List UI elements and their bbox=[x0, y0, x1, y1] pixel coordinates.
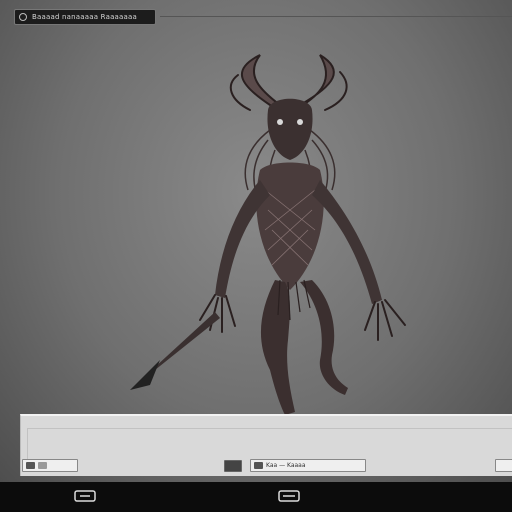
left-leg bbox=[260, 280, 295, 415]
window-title-text: Baaaad nanaaaaa Raaaaaaa bbox=[32, 13, 138, 21]
navigation-bar bbox=[0, 482, 512, 512]
app-icon-secondary bbox=[38, 462, 47, 469]
center-taskbar-button[interactable]: Kaa — Kaaaa bbox=[250, 459, 366, 472]
recent-apps-icon[interactable] bbox=[74, 490, 96, 502]
top-divider bbox=[160, 16, 512, 17]
creature-illustration bbox=[130, 54, 406, 415]
center-taskbar-label: Kaa — Kaaaa bbox=[266, 462, 306, 469]
torso bbox=[256, 162, 324, 290]
bottom-panel: Kaa — Kaaaa bbox=[20, 414, 512, 476]
home-icon[interactable] bbox=[278, 490, 300, 502]
device-screen: Baaaad nanaaaaa Raaaaaaa Kaa — Kaaaa bbox=[0, 0, 512, 512]
window-dot-icon bbox=[19, 13, 27, 21]
app-icon bbox=[26, 462, 35, 469]
right-horn bbox=[297, 54, 335, 109]
left-horn bbox=[240, 54, 281, 106]
center-small-icon[interactable] bbox=[224, 460, 242, 472]
window-title-tab[interactable]: Baaaad nanaaaaa Raaaaaaa bbox=[14, 9, 156, 25]
right-taskbar-button[interactable] bbox=[495, 459, 512, 472]
left-taskbar-button[interactable] bbox=[22, 459, 78, 472]
wallpaper: Baaaad nanaaaaa Raaaaaaa bbox=[0, 0, 512, 482]
right-arm bbox=[312, 180, 382, 304]
center-app-icon bbox=[254, 462, 263, 469]
